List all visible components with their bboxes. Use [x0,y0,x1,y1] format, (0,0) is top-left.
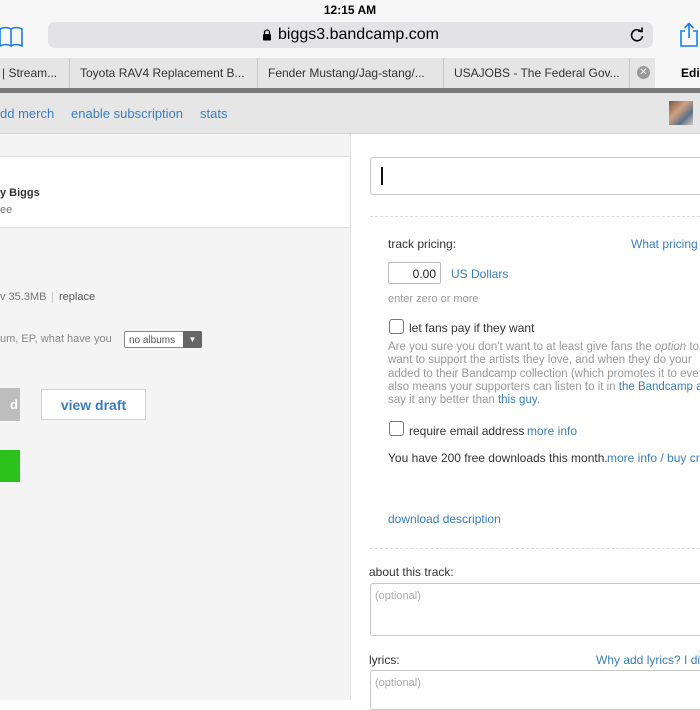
let-fans-pay-label: let fans pay if they want [409,321,535,335]
tab-usajobs[interactable]: USAJOBS - The Federal Gov... [444,58,630,88]
tab-label: Edit [681,66,700,80]
album-prompt: um, EP, what have you [0,333,112,345]
publish-button[interactable]: d [0,388,20,421]
bandcamp-app-link[interactable]: the Bandcamp a [619,381,700,393]
lyrics-label: lyrics: [369,653,400,667]
lyrics-textarea[interactable] [370,670,700,710]
divider [370,548,700,549]
tab-label: Toyota RAV4 Replacement B... [80,66,245,80]
lock-icon [263,29,271,41]
tab-label: USAJOBS - The Federal Gov... [454,66,620,80]
lyrics-placeholder: (optional) [375,677,421,689]
artist-sub: ee [0,204,13,216]
tab-close-icon[interactable]: ✕ [637,66,650,79]
about-track-label: about this track: [369,565,454,579]
tab-label: Fender Mustang/Jag-stang/... [268,66,425,80]
reload-icon[interactable] [629,26,645,44]
avatar[interactable] [669,101,693,125]
view-draft-button[interactable]: view draft [41,389,146,420]
artist-name: y Biggs [0,187,40,199]
para-text: also means your supporters can listen to… [388,380,619,393]
para-text: . [536,394,540,407]
this-guy-link[interactable]: this guy [498,394,537,406]
para-text: added to their Bandcamp collection (whic… [388,367,699,380]
save-button[interactable] [0,450,20,482]
nav-stats[interactable]: stats [200,106,227,121]
para-text: want to support the artists they love, a… [388,354,692,367]
divider [52,292,53,303]
more-info-link[interactable]: more info [527,424,577,438]
enter-zero-hint: enter zero or more [388,293,479,305]
para-text: Are you sure you don't want to at least … [388,341,655,353]
currency-link[interactable]: US Dollars [451,267,508,281]
require-email-checkbox[interactable] [389,421,404,436]
tab-toyota[interactable]: Toyota RAV4 Replacement B... [70,58,258,88]
nav-enable-subscription[interactable]: enable subscription [71,106,183,121]
tab-stream[interactable]: | Stream... [0,58,70,88]
pay-more-explanation: Are you sure you don't want to at least … [388,341,700,407]
bookmarks-icon[interactable] [0,26,26,48]
track-pricing-label: track pricing: [388,237,457,251]
para-text: say it any better than [388,394,498,407]
what-pricing-link[interactable]: What pricing [631,237,698,251]
tab-fender[interactable]: Fender Mustang/Jag-stang/... [258,58,444,88]
more-info-buy-link[interactable]: more info / buy cre [607,451,700,465]
free-downloads-text: You have 200 free downloads this month. [388,451,608,465]
status-time: 12:15 AM [323,3,377,17]
require-email-label: require email address [409,424,525,438]
track-card[interactable] [0,156,349,228]
tab-edit[interactable]: Edit [655,58,700,88]
status-bar: 12:15 AM [0,0,700,20]
nav-add-merch[interactable]: dd merch [0,106,54,121]
share-icon[interactable] [678,22,700,48]
price-input[interactable]: 0.00 [388,262,441,284]
let-fans-pay-checkbox[interactable] [389,319,404,334]
why-lyrics-link[interactable]: Why add lyrics? I dis [596,653,700,667]
chevron-down-icon[interactable]: ▼ [183,331,202,348]
tab-label: | Stream... [2,66,58,80]
file-info: v 35.3MB [0,291,47,303]
replace-link[interactable]: replace [59,291,95,303]
download-description-link[interactable]: download description [388,512,501,526]
text-caret [381,167,383,185]
para-text: option [654,341,687,353]
track-title-input[interactable] [370,157,700,195]
url-text: biggs3.bandcamp.com [278,26,439,43]
divider [370,216,700,217]
para-text: to [686,341,699,353]
about-placeholder: (optional) [375,590,421,602]
